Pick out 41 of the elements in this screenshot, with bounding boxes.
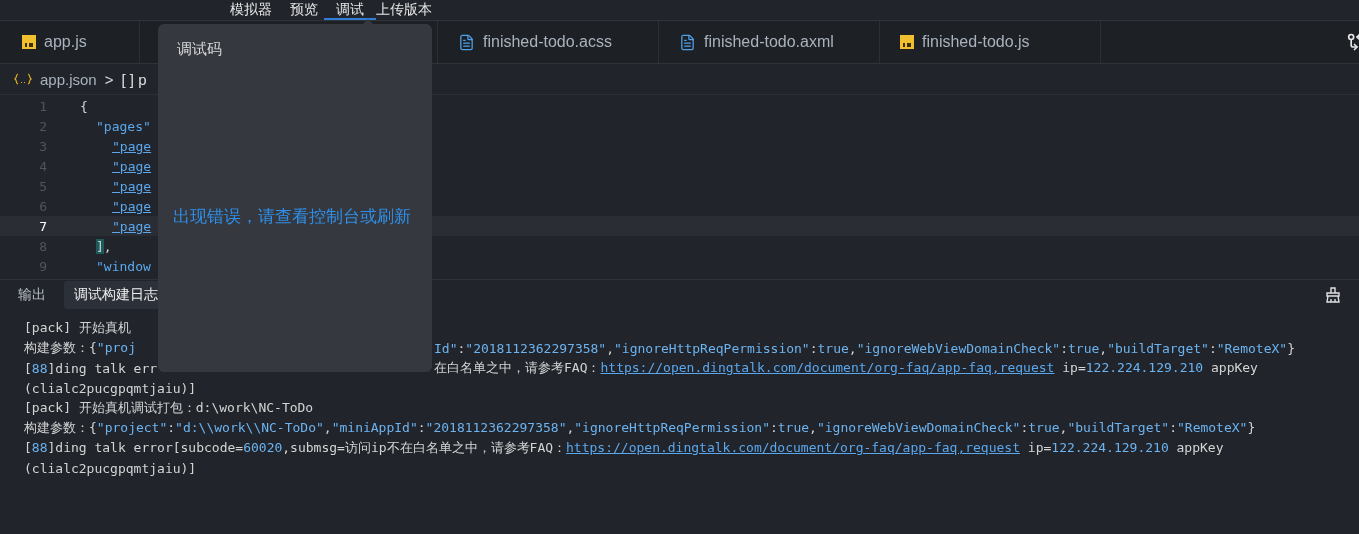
file-icon <box>679 33 696 51</box>
code-line: "pages" <box>96 118 151 134</box>
braces-icon <box>14 73 32 85</box>
log-line: (clialc2pucgpqmtjaiu)] <box>24 460 197 476</box>
link[interactable]: https://open.dingtalk.com/document/org-faq/app-faq,request <box>566 440 1020 455</box>
code-line: { <box>80 98 88 114</box>
editor-tab[interactable]: finished-todo.js <box>880 21 1101 63</box>
popover-title: 调试码 <box>177 40 223 59</box>
log-line: Id":"2018112362297358","ignoreHttpReqPermission":true,"ignoreWebViewDomainCheck":true,"buildTarget":"RemoteX"} <box>434 340 1295 356</box>
code-line: ], <box>96 238 112 254</box>
editor-tab[interactable]: app.js <box>0 21 140 63</box>
code-line: "page <box>112 218 152 234</box>
toolbar-tab[interactable]: 模拟器 <box>218 0 284 20</box>
breadcrumb-separator: > <box>104 70 114 88</box>
editor-tab[interactable]: finished-todo.acss <box>438 21 659 63</box>
code-line: "page <box>112 158 152 174</box>
file-icon <box>458 33 475 51</box>
log-line: [pack] 开始真机 <box>24 319 131 337</box>
log-line: 构建参数：{"proj <box>24 339 137 357</box>
log-line: 构建参数：{"project":"d:\\work\\NC-ToDo","miniAppId":"2018112362297358","ignoreHttpReqPermission":true,"ignoreWebViewDomainCheck":true,"buildTarget":"RemoteX"} <box>24 419 1256 437</box>
panel-tab[interactable]: 输出 <box>8 281 56 309</box>
code-line: "page <box>112 198 152 214</box>
editor-tab[interactable]: finished-todo.axml <box>659 21 880 63</box>
clear-icon[interactable] <box>1325 287 1341 303</box>
error-message: 出现错误，请查看控制台或刷新 <box>173 206 412 227</box>
log-line: [pack] 开始真机调试打包：d:\work\NC-ToDo <box>24 399 314 417</box>
code-line: "page <box>112 178 152 194</box>
code-line: "window <box>96 258 151 271</box>
toolbar-tab[interactable]: 预览 <box>284 0 324 20</box>
line-number: 7 <box>38 218 47 234</box>
breadcrumb-item[interactable]: [ ] p <box>121 70 147 88</box>
js-file-icon <box>22 35 36 49</box>
link[interactable]: https://open.dingtalk.com/document/org-faq/app-faq,request <box>600 360 1055 375</box>
log-line: [88]ding talk error[subcode=60020,submsg=访问ip不在白名单之中，请参考FAQ：https://open.dingtalk.com/document/org-faq/app-faq,request ip=122.224.129.210 appKey <box>24 439 1224 457</box>
log-line: 在白名单之中，请参考FAQ：https://open.dingtalk.com/document/org-faq/app-faq,request ip=122.224.129.210 appKey <box>434 359 1258 377</box>
breadcrumb-item[interactable]: app.json <box>40 70 97 88</box>
js-file-icon <box>900 35 914 49</box>
toolbar-tab[interactable]: 上传版本 <box>376 0 432 20</box>
log-line: [88]ding talk err <box>24 360 159 376</box>
log-line: (clialc2pucgpqmtjaiu)] <box>24 380 197 396</box>
code-line: "page <box>112 138 152 154</box>
